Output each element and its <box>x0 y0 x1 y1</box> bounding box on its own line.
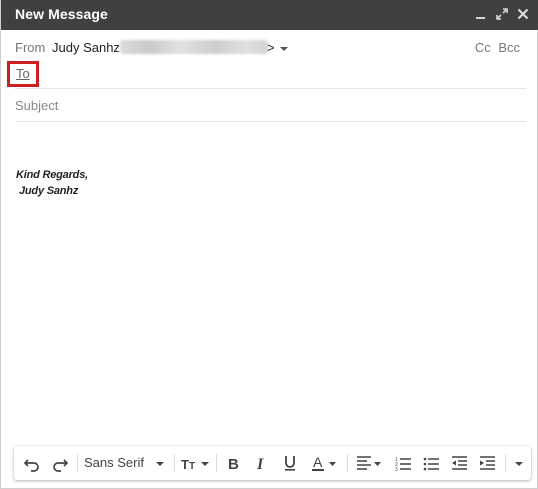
toolbar-separator <box>174 454 175 472</box>
to-link[interactable]: To <box>16 66 30 81</box>
align-icon[interactable] <box>354 451 384 475</box>
italic-icon[interactable]: I <box>252 451 272 475</box>
signature-line-2: Judy Sanhz <box>19 185 79 197</box>
bulleted-list-icon[interactable] <box>422 451 442 475</box>
svg-text:A: A <box>313 454 323 470</box>
toolbar-separator <box>77 454 78 472</box>
window-title: New Message <box>15 6 108 22</box>
compose-window: New Message From Judy Sanhz > Cc Bcc To … <box>0 0 538 489</box>
to-row: To <box>7 58 526 89</box>
font-family-label: Sans Serif <box>84 455 144 470</box>
text-color-icon[interactable]: A <box>310 451 340 475</box>
numbered-list-icon[interactable]: 123 <box>394 451 414 475</box>
from-name: Judy Sanhz <box>52 40 120 55</box>
toolbar-separator <box>347 454 348 472</box>
font-size-icon[interactable]: TT <box>179 451 211 475</box>
more-formatting-icon[interactable] <box>511 451 527 475</box>
underline-icon[interactable] <box>280 451 300 475</box>
close-icon[interactable] <box>513 4 533 24</box>
toolbar-separator <box>505 454 506 472</box>
to-input[interactable] <box>43 62 523 84</box>
from-label: From <box>15 40 46 55</box>
signature-line-1: Kind Regards, <box>16 169 88 181</box>
svg-text:T: T <box>189 461 195 472</box>
undo-icon[interactable] <box>22 451 42 475</box>
svg-text:I: I <box>256 456 264 473</box>
from-email-suffix: > <box>267 40 275 55</box>
formatting-toolbar: Sans Serif TT B I A 123 <box>14 446 531 480</box>
minimize-icon[interactable] <box>471 4 491 24</box>
cc-link[interactable]: Cc <box>475 40 491 55</box>
font-family-select[interactable]: Sans Serif <box>84 451 170 475</box>
from-dropdown-icon[interactable] <box>280 47 288 51</box>
message-body[interactable]: Kind Regards, Judy Sanhz <box>15 130 526 430</box>
subject-row <box>15 89 526 122</box>
toolbar-separator <box>216 454 217 472</box>
redo-icon[interactable] <box>50 451 70 475</box>
compose-titlebar[interactable]: New Message <box>1 0 538 30</box>
bold-icon[interactable]: B <box>224 451 244 475</box>
chevron-down-icon <box>155 461 164 466</box>
svg-text:3: 3 <box>395 467 398 473</box>
svg-text:B: B <box>228 456 239 473</box>
bcc-link[interactable]: Bcc <box>498 40 520 55</box>
expand-icon[interactable] <box>492 4 512 24</box>
cc-bcc-links: Cc Bcc <box>471 40 520 55</box>
svg-text:T: T <box>181 457 189 472</box>
subject-input[interactable] <box>15 95 520 115</box>
indent-less-icon[interactable] <box>450 451 470 475</box>
from-email-redacted <box>120 40 268 54</box>
from-row: From Judy Sanhz > Cc Bcc <box>15 38 526 58</box>
indent-more-icon[interactable] <box>478 451 498 475</box>
